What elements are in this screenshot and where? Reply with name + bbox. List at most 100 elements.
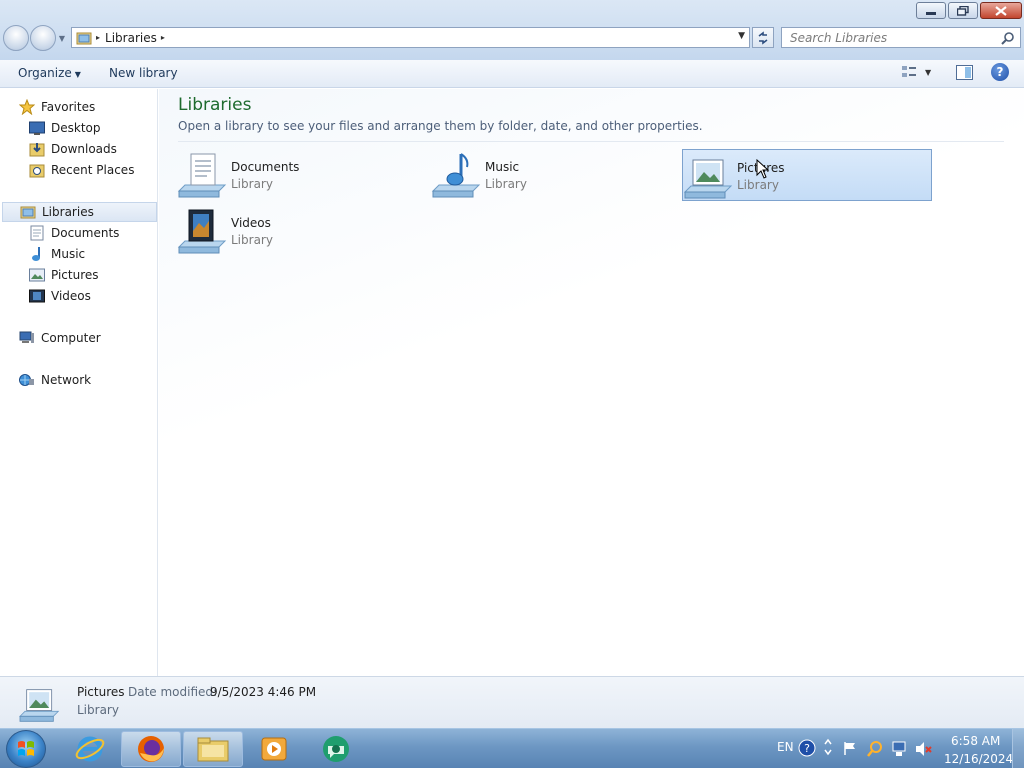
nav-label: Favorites — [41, 100, 96, 114]
library-type: Library — [231, 177, 273, 191]
taskbar-app-green[interactable] — [306, 731, 366, 767]
forward-button[interactable] — [30, 25, 56, 51]
libraries-icon — [20, 204, 36, 220]
show-desktop-button[interactable] — [1012, 729, 1024, 768]
documents-icon — [29, 225, 45, 241]
nav-network[interactable]: Network — [19, 370, 91, 390]
firefox-icon — [138, 736, 164, 762]
help-button[interactable]: ? — [991, 63, 1009, 81]
taskbar-internet-explorer[interactable] — [60, 731, 120, 767]
library-tile-documents[interactable]: Documents Library — [177, 149, 427, 201]
recent-pages-dropdown[interactable]: ▼ — [57, 25, 67, 51]
search-box[interactable] — [781, 27, 1021, 48]
organize-button[interactable]: Organize ▼ — [18, 66, 81, 80]
close-button[interactable] — [980, 2, 1022, 19]
pictures-library-icon — [683, 159, 733, 199]
breadcrumb-separator-icon[interactable]: ▸ — [96, 33, 100, 42]
library-tile-pictures[interactable]: Pictures Library — [682, 149, 932, 201]
svg-text:?: ? — [804, 742, 810, 755]
refresh-icon — [758, 30, 768, 45]
libraries-icon — [76, 32, 92, 44]
green-chat-app-icon — [323, 736, 349, 762]
taskbar-windows-explorer[interactable] — [183, 731, 243, 767]
details-modified-value: 9/5/2023 4:46 PM — [210, 685, 317, 699]
preview-pane-button[interactable] — [956, 65, 973, 83]
network-tray-icon[interactable] — [890, 740, 908, 758]
back-button[interactable] — [3, 25, 29, 51]
music-icon — [29, 246, 45, 262]
nav-videos[interactable]: Videos — [29, 286, 91, 306]
command-bar: Organize ▼ New library ▼ — [0, 60, 1024, 88]
change-view-button[interactable]: ▼ — [901, 65, 931, 79]
nav-favorites[interactable]: Favorites — [19, 97, 95, 117]
media-player-icon — [261, 737, 287, 761]
nav-pictures[interactable]: Pictures — [29, 265, 99, 285]
details-item-type: Library — [77, 703, 119, 717]
nav-label: Music — [51, 247, 86, 261]
search-icon[interactable] — [1001, 31, 1015, 45]
nav-documents[interactable]: Documents — [29, 223, 119, 243]
address-bar[interactable]: ▸ Libraries ▸ ▼ — [71, 27, 750, 48]
action-center-flag-icon[interactable] — [842, 740, 858, 756]
page-title: Libraries — [178, 95, 252, 115]
nav-downloads[interactable]: Downloads — [29, 139, 117, 159]
minimize-button[interactable] — [916, 2, 946, 19]
library-tile-label: Videos Library — [231, 216, 273, 247]
view-options-icon — [902, 66, 916, 77]
volume-muted-icon[interactable] — [914, 740, 932, 758]
show-hidden-icons-icon[interactable] — [823, 738, 833, 758]
clock-time[interactable]: 6:58 AM — [951, 734, 1000, 748]
windows-logo-icon — [18, 741, 34, 756]
pictures-icon — [29, 267, 45, 283]
nav-libraries[interactable]: Libraries — [2, 202, 157, 222]
library-type: Library — [231, 233, 273, 247]
nav-computer[interactable]: Computer — [19, 328, 101, 348]
breadcrumb-libraries[interactable]: Libraries — [105, 31, 157, 45]
nav-music[interactable]: Music — [29, 244, 85, 264]
mouse-cursor-icon — [756, 159, 770, 179]
minimize-icon — [926, 11, 936, 15]
search-input[interactable] — [790, 30, 990, 45]
downloads-icon — [29, 141, 45, 157]
library-tile-music[interactable]: Music Library — [431, 149, 681, 201]
pictures-library-icon — [18, 689, 60, 722]
window-controls — [916, 2, 1022, 19]
restore-icon — [957, 5, 969, 16]
nav-recent-places[interactable]: Recent Places — [29, 160, 134, 180]
library-tile-videos[interactable]: Videos Library — [177, 205, 427, 257]
refresh-button[interactable] — [752, 27, 774, 48]
nav-label: Desktop — [51, 121, 101, 135]
nav-label: Computer — [41, 331, 101, 345]
navigation-pane: Favorites Desktop Downloads Recent Place… — [0, 89, 158, 676]
library-name: Videos — [231, 216, 271, 230]
start-button[interactable] — [6, 730, 46, 768]
breadcrumb-separator-icon[interactable]: ▸ — [161, 33, 165, 42]
computer-icon — [19, 330, 35, 346]
divider — [178, 141, 1004, 142]
nav-desktop[interactable]: Desktop — [29, 118, 101, 138]
internet-explorer-icon — [75, 736, 105, 762]
help-tray-icon[interactable]: ? — [798, 739, 816, 757]
network-icon — [19, 372, 35, 388]
search-tray-icon[interactable] — [866, 740, 884, 758]
taskbar-media-player[interactable] — [244, 731, 304, 767]
nav-buttons: ▼ — [3, 25, 67, 51]
new-library-button[interactable]: New library — [109, 66, 178, 80]
new-library-label: New library — [109, 66, 178, 80]
address-dropdown-icon[interactable]: ▼ — [738, 31, 745, 41]
nav-label: Recent Places — [51, 163, 135, 177]
page-subtitle: Open a library to see your files and arr… — [178, 119, 703, 133]
language-indicator[interactable]: EN — [777, 740, 794, 754]
preview-pane-icon — [956, 65, 973, 80]
organize-label: Organize — [18, 66, 72, 80]
library-type: Library — [737, 178, 779, 192]
library-tile-label: Documents Library — [231, 160, 299, 191]
taskbar-firefox[interactable] — [121, 731, 181, 767]
details-item-name: Pictures — [77, 685, 125, 699]
library-tile-label: Music Library — [485, 160, 527, 191]
maximize-button[interactable] — [948, 2, 978, 19]
content-pane: Libraries Open a library to see your fil… — [159, 89, 1024, 676]
documents-library-icon — [177, 153, 227, 198]
close-icon — [995, 5, 1007, 16]
clock-date[interactable]: 12/16/2024 — [944, 752, 1013, 766]
